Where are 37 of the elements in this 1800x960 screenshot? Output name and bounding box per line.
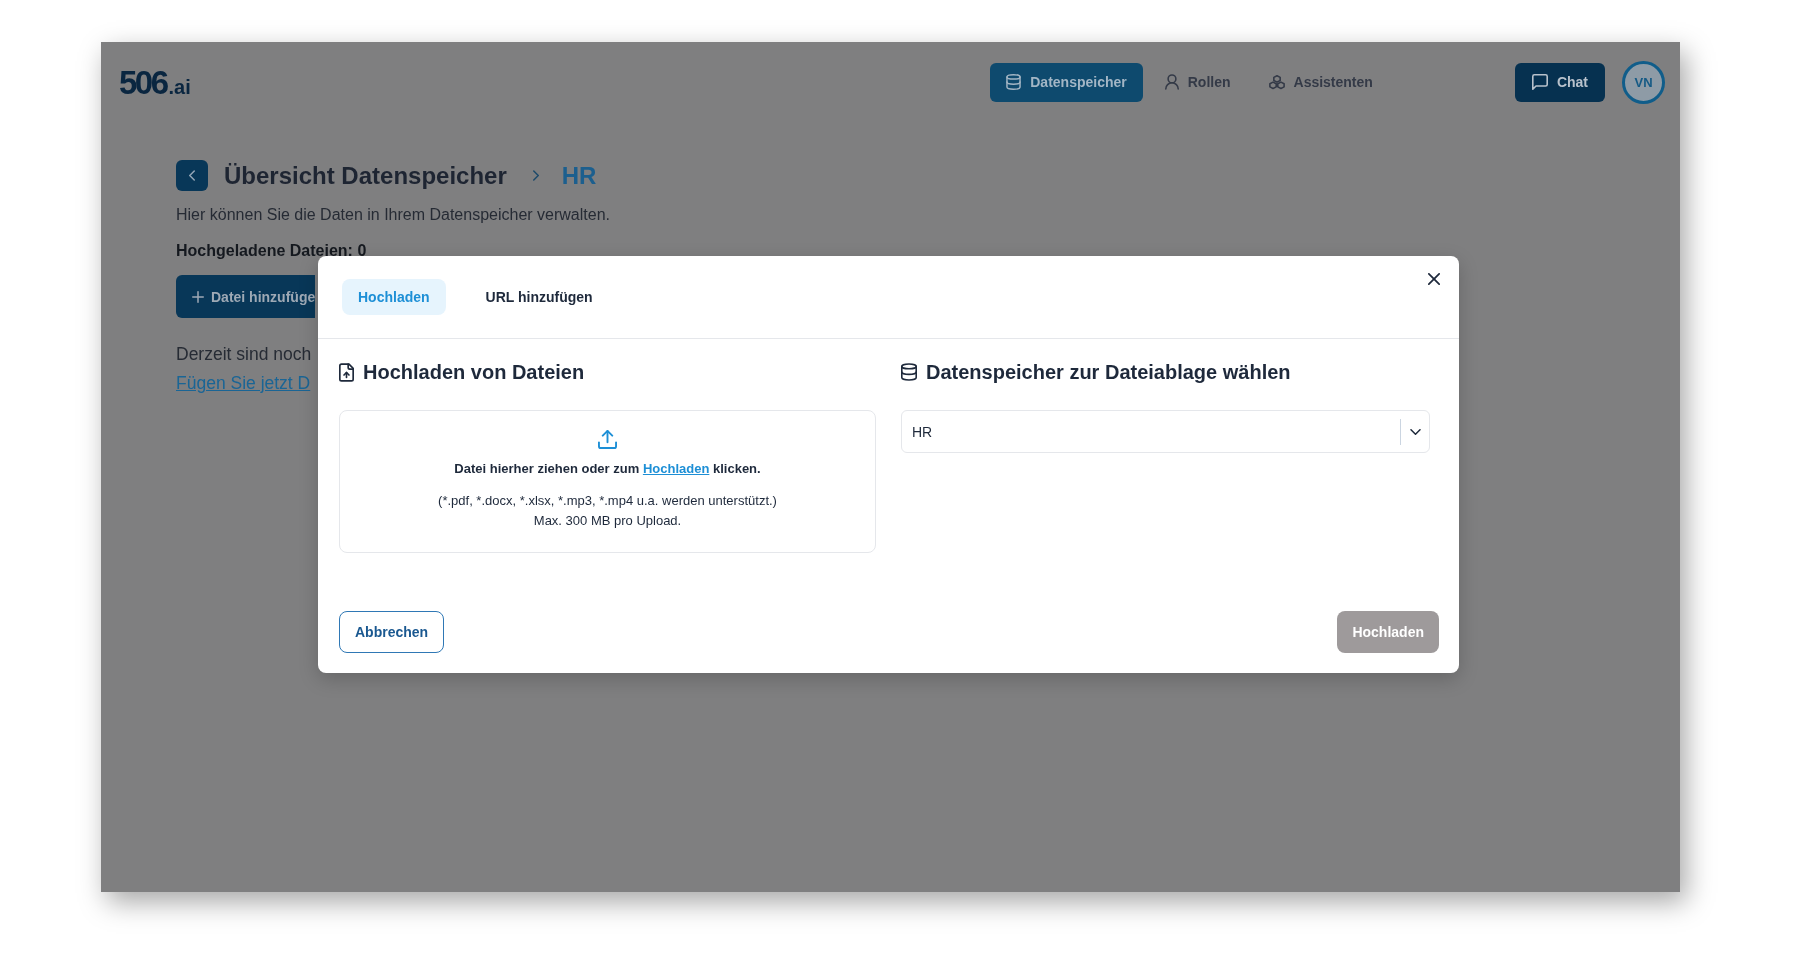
- user-icon: [1164, 74, 1179, 90]
- chevron-right-icon: [532, 170, 539, 181]
- breadcrumb-link[interactable]: Übersicht Datenspeicher: [224, 161, 507, 190]
- upload-link[interactable]: Hochladen: [642, 461, 710, 476]
- close-button[interactable]: [1427, 272, 1441, 286]
- nav-tab[interactable]: Datenspeicher: [990, 62, 1143, 102]
- section-title: Datenspeicher zur Dateiablage wählen: [926, 360, 1291, 384]
- empty-state-text: Derzeit sind noch: [176, 343, 312, 366]
- chevron-left-icon: [189, 170, 195, 181]
- dropzone-instructions: Datei hierher ziehen oder zum Hochladen klicken.: [454, 460, 761, 478]
- database-icon: [901, 363, 917, 381]
- close-icon: [1428, 273, 1440, 285]
- plus-icon: [192, 290, 204, 303]
- size-limit-text: Max. 300 MB pro Upload.: [533, 512, 682, 530]
- cubes-icon: [1268, 74, 1285, 90]
- uploaded-files-count: Hochgeladene Dateien: 0: [176, 241, 367, 261]
- dialog-tab[interactable]: URL hinzufügen: [469, 279, 609, 315]
- chat-bubble-icon: [1531, 74, 1548, 90]
- back-button[interactable]: [176, 160, 208, 191]
- upload-icon: [598, 430, 617, 449]
- file-dropzone[interactable]: Datei hierher ziehen oder zum Hochladen klicken. (*.pdf, *.docx, *.xlsx, *.mp3, *.mp4 u.a. werden unterstützt.) Max. 300 MB pro Upload.: [339, 410, 876, 553]
- page-description: Hier können Sie die Daten in Ihrem Datenspeicher verwalten.: [176, 205, 610, 225]
- cancel-button[interactable]: Abbrechen: [339, 611, 445, 653]
- logo[interactable]: 506.ai: [119, 65, 191, 99]
- chat-button[interactable]: Chat: [1514, 62, 1605, 102]
- nav-tab[interactable]: Rollen: [1148, 62, 1247, 102]
- breadcrumb-current: HR: [561, 161, 597, 190]
- chevron-down-icon: [1409, 428, 1421, 435]
- file-upload-icon: [339, 362, 354, 382]
- section-title: Hochladen von Dateien: [363, 360, 585, 384]
- nav-tab[interactable]: Assistenten: [1252, 62, 1389, 102]
- avatar[interactable]: VN: [1622, 60, 1665, 104]
- storage-select[interactable]: HR: [901, 410, 1430, 453]
- dialog-tab[interactable]: Hochladen: [342, 279, 446, 315]
- supported-formats-text: (*.pdf, *.docx, *.xlsx, *.mp3, *.mp4 u.a. werden unterstützt.): [438, 492, 777, 510]
- database-icon: [1006, 74, 1022, 90]
- add-file-button[interactable]: Datei hinzufüge: [176, 275, 316, 318]
